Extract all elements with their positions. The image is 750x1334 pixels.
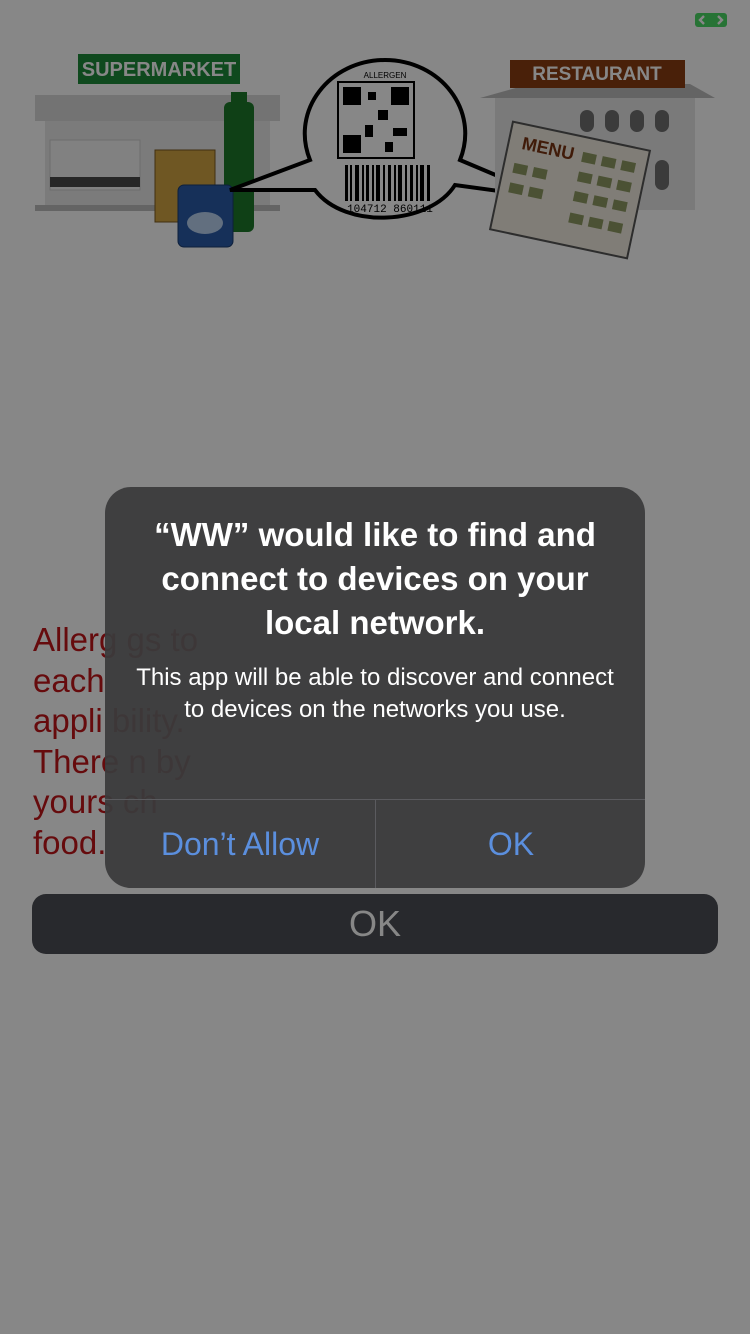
local-network-permission-alert: “WW” would like to find and connect to d… xyxy=(105,487,645,888)
dont-allow-button[interactable]: Don’t Allow xyxy=(105,800,375,888)
alert-title: “WW” would like to find and connect to d… xyxy=(154,516,596,641)
alert-message: This app will be able to discover and co… xyxy=(136,664,614,723)
allow-ok-button[interactable]: OK xyxy=(376,800,645,888)
